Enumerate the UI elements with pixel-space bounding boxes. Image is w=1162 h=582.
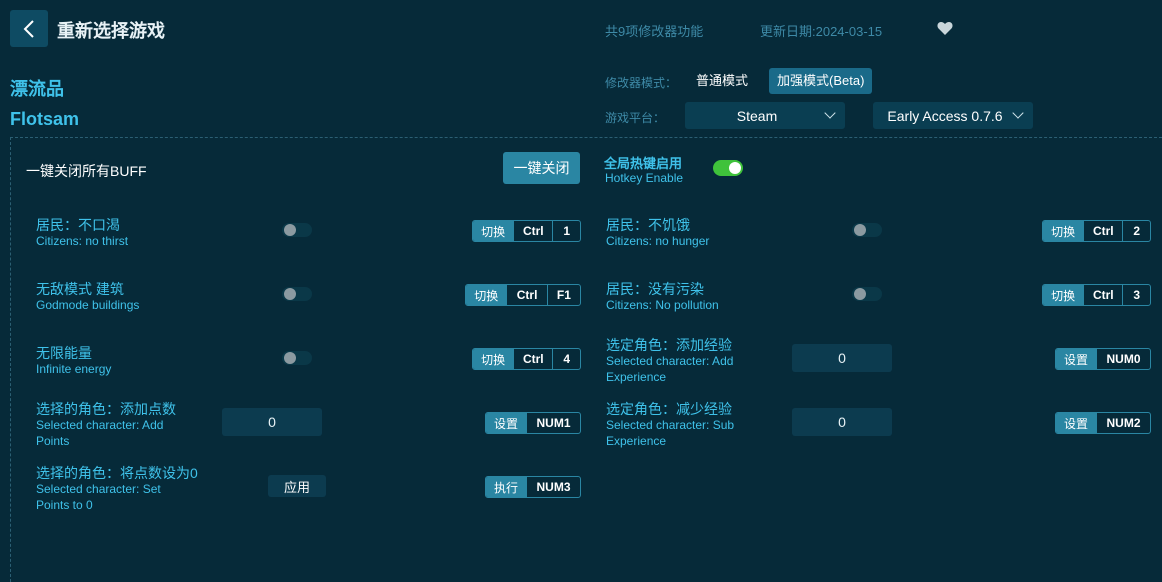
heart-icon[interactable] xyxy=(937,21,953,41)
value-input[interactable]: 0 xyxy=(792,344,892,372)
hotkey-group[interactable]: 切换 Ctrl F1 xyxy=(465,284,581,306)
hotkey-toggle[interactable] xyxy=(713,160,743,176)
hotkey-key: Ctrl xyxy=(1083,285,1122,305)
option-label-en: Selected character: Add xyxy=(606,354,734,368)
option-label-cn: 居民：不饥饿 xyxy=(606,217,690,233)
version-select[interactable]: Early Access 0.7.6 xyxy=(873,102,1033,129)
hotkey-key: 3 xyxy=(1122,285,1150,305)
hotkey-action: 设置 xyxy=(1056,349,1097,369)
hotkey-key: Ctrl xyxy=(506,285,546,305)
version-value: Early Access 0.7.6 xyxy=(887,107,1003,124)
game-name-cn: 漂流品 xyxy=(10,79,64,99)
hotkey-key: 2 xyxy=(1122,221,1150,241)
option-label-en: Points to 0 xyxy=(36,498,93,512)
option-label-cn: 选定角色：减少经验 xyxy=(606,401,732,417)
hotkey-key: NUM2 xyxy=(1096,413,1150,433)
features-count: 共9项修改器功能 xyxy=(605,24,704,39)
mode-label: 修改器模式： xyxy=(605,76,678,90)
option-label-cn: 选择的角色：将点数设为0 xyxy=(36,465,198,481)
hotkey-group[interactable]: 切换 Ctrl 2 xyxy=(1042,220,1151,242)
hotkey-action: 切换 xyxy=(473,349,514,369)
option-label-en: Selected character: Add xyxy=(36,418,164,432)
hotkey-group[interactable]: 切换 Ctrl 4 xyxy=(472,348,581,370)
value-input[interactable]: 0 xyxy=(222,408,322,436)
option-label-en: Infinite energy xyxy=(36,362,112,376)
hotkey-key: F1 xyxy=(546,285,580,305)
option-label-en: Citizens: no hunger xyxy=(606,234,710,248)
enhanced-mode-button[interactable]: 加强模式(Beta) xyxy=(769,68,873,94)
hotkey-group[interactable]: 设置 NUM0 xyxy=(1055,348,1151,370)
option-label-en: Experience xyxy=(606,434,667,448)
option-label-en: Citizens: No pollution xyxy=(606,298,719,312)
all-off-button[interactable]: 一键关闭 xyxy=(503,152,580,184)
option-label-cn: 居民：没有污染 xyxy=(606,281,704,297)
hotkey-action: 切换 xyxy=(466,285,507,305)
hotkey-key: Ctrl xyxy=(1083,221,1122,241)
chevron-left-icon xyxy=(23,19,34,38)
hotkey-key: 4 xyxy=(552,349,580,369)
hotkey-label-en: Hotkey Enable xyxy=(605,171,684,185)
platform-value: Steam xyxy=(736,107,778,124)
option-label-en: Citizens: no thirst xyxy=(36,234,129,248)
hotkey-action: 切换 xyxy=(473,221,514,241)
option-label-en: Selected character: Set xyxy=(36,482,161,496)
hotkey-group[interactable]: 设置 NUM2 xyxy=(1055,412,1151,434)
platform-select[interactable]: Steam xyxy=(685,102,845,129)
option-label-en: Experience xyxy=(606,370,667,384)
hotkey-group[interactable]: 切换 Ctrl 3 xyxy=(1042,284,1151,306)
option-label-cn: 无敌模式 建筑 xyxy=(36,281,124,297)
chevron-down-icon xyxy=(824,107,836,119)
option-toggle[interactable] xyxy=(852,287,882,301)
hotkey-action: 切换 xyxy=(1043,285,1084,305)
update-date: 更新日期:2024-03-15 xyxy=(760,24,883,39)
option-toggle[interactable] xyxy=(282,351,312,365)
option-label-en: Godmode buildings xyxy=(36,298,140,312)
chevron-down-icon xyxy=(1012,107,1024,119)
hotkey-key: 1 xyxy=(552,221,580,241)
game-name-en: Flotsam xyxy=(10,109,80,129)
hotkey-key: NUM0 xyxy=(1096,349,1150,369)
option-label-cn: 选择的角色：添加点数 xyxy=(36,401,176,417)
page-title: 重新选择游戏 xyxy=(57,21,165,41)
option-label-cn: 无限能量 xyxy=(36,345,92,361)
hotkey-label-cn: 全局热键启用 xyxy=(604,156,683,171)
options-panel xyxy=(10,137,1162,582)
all-buff-label: 一键关闭所有BUFF xyxy=(26,163,147,179)
value-input[interactable]: 0 xyxy=(792,408,892,436)
option-toggle[interactable] xyxy=(282,287,312,301)
back-button[interactable] xyxy=(10,10,48,47)
hotkey-action: 执行 xyxy=(486,477,527,497)
hotkey-group[interactable]: 切换 Ctrl 1 xyxy=(472,220,581,242)
normal-mode-button[interactable]: 普通模式 xyxy=(688,68,756,94)
option-label-en: Points xyxy=(36,434,70,448)
option-label-en: Selected character: Sub xyxy=(606,418,735,432)
apply-button[interactable]: 应用 xyxy=(268,475,326,497)
option-toggle[interactable] xyxy=(852,223,882,237)
hotkey-action: 设置 xyxy=(1056,413,1097,433)
hotkey-key: NUM1 xyxy=(526,413,580,433)
hotkey-key: Ctrl xyxy=(513,349,552,369)
hotkey-group[interactable]: 设置 NUM1 xyxy=(485,412,581,434)
hotkey-group[interactable]: 执行 NUM3 xyxy=(485,476,581,498)
option-label-cn: 选定角色：添加经验 xyxy=(606,337,732,353)
hotkey-action: 切换 xyxy=(1043,221,1084,241)
platform-label: 游戏平台： xyxy=(605,111,666,125)
hotkey-action: 设置 xyxy=(486,413,527,433)
hotkey-key: NUM3 xyxy=(526,477,580,497)
option-label-cn: 居民：不口渴 xyxy=(36,217,120,233)
option-toggle[interactable] xyxy=(282,223,312,237)
hotkey-key: Ctrl xyxy=(513,221,552,241)
